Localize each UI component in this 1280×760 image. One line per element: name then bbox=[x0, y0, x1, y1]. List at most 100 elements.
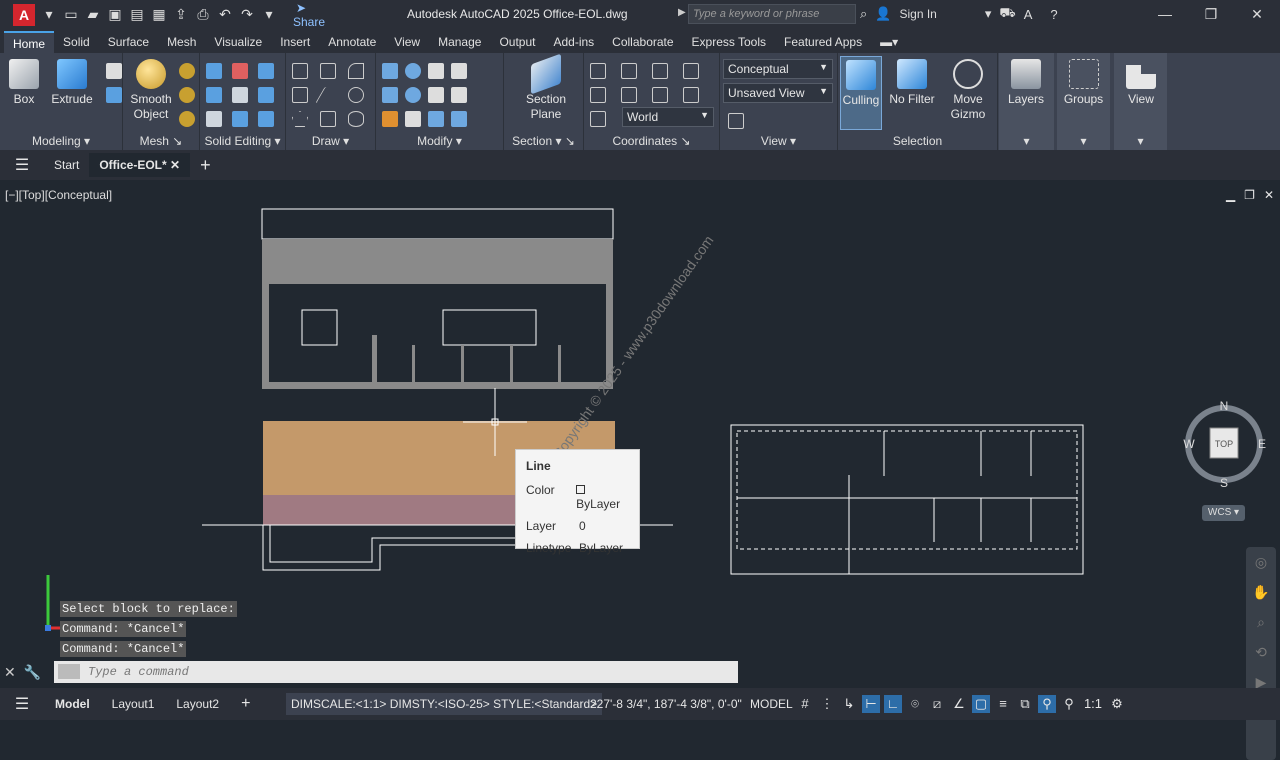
panel-label-view[interactable]: View ▾ bbox=[720, 134, 837, 148]
section-plane-button[interactable]: Section Plane bbox=[522, 53, 570, 122]
tab-mesh[interactable]: Mesh bbox=[158, 31, 205, 53]
intersect-icon[interactable] bbox=[258, 63, 274, 79]
tab-collaborate[interactable]: Collaborate bbox=[603, 31, 682, 53]
panel-label-draw[interactable]: Draw ▾ bbox=[286, 134, 375, 148]
compass-east[interactable]: E bbox=[1258, 437, 1266, 451]
lineweight-icon[interactable]: ≡ bbox=[994, 695, 1012, 713]
zoom-icon[interactable]: ⌕ bbox=[1246, 607, 1276, 637]
tab-express-tools[interactable]: Express Tools bbox=[683, 31, 775, 53]
close-command-icon[interactable]: ✕ bbox=[4, 664, 16, 681]
groups-panel-button[interactable]: Groups ▾ bbox=[1057, 53, 1110, 150]
ellipse-icon[interactable] bbox=[348, 111, 364, 127]
viewcube[interactable]: TOP N S W E bbox=[1183, 398, 1267, 493]
ucs-y-icon[interactable] bbox=[652, 63, 668, 79]
arc-icon[interactable] bbox=[348, 63, 364, 79]
tab-insert[interactable]: Insert bbox=[271, 31, 319, 53]
ucs-icon[interactable] bbox=[590, 63, 606, 79]
panel-label-solid-editing[interactable]: Solid Editing ▾ bbox=[200, 134, 285, 148]
subtract-icon[interactable] bbox=[232, 63, 248, 79]
rectangle-icon[interactable] bbox=[320, 111, 336, 127]
search-expand-icon[interactable]: ▶ bbox=[678, 7, 686, 18]
rotate-icon[interactable] bbox=[405, 87, 421, 103]
mesh-refine-icon[interactable] bbox=[179, 111, 195, 127]
extract-edges-icon[interactable] bbox=[206, 111, 222, 127]
polysolid-icon[interactable] bbox=[106, 63, 122, 79]
polygon-icon[interactable] bbox=[292, 111, 308, 127]
navigation-bar[interactable]: ◎ ✋ ⌕ ⟲ ▶ bbox=[1246, 547, 1276, 760]
mirror-icon[interactable] bbox=[428, 87, 444, 103]
spline-cv-icon[interactable] bbox=[292, 87, 308, 103]
wcs-menu[interactable]: WCS ▾ bbox=[1202, 505, 1245, 521]
new-tab-icon[interactable]: + bbox=[190, 153, 221, 177]
ortho-icon[interactable]: ∟ bbox=[884, 695, 902, 713]
maximize-icon[interactable]: ❐ bbox=[1188, 0, 1234, 29]
object-snap-tracking-icon[interactable]: ∠ bbox=[950, 695, 968, 713]
tab-start[interactable]: Start bbox=[44, 153, 89, 177]
panel-label-mesh[interactable]: Mesh ↘ bbox=[123, 134, 199, 148]
interfere-icon[interactable] bbox=[206, 87, 222, 103]
circle-icon[interactable] bbox=[348, 87, 364, 103]
ucs-object-icon[interactable] bbox=[652, 87, 668, 103]
viewport-config-icon[interactable] bbox=[728, 113, 744, 129]
view-expand-icon[interactable]: ▾ bbox=[1114, 134, 1167, 148]
object-snap-icon[interactable]: ▢ bbox=[972, 695, 990, 713]
tab-solid[interactable]: Solid bbox=[54, 31, 99, 53]
auto-scale-icon[interactable]: ⚲ bbox=[1060, 695, 1078, 713]
move-gizmo-button[interactable]: Move Gizmo bbox=[948, 59, 988, 122]
view-panel-button[interactable]: View ▾ bbox=[1114, 53, 1167, 150]
thicken-icon[interactable] bbox=[258, 87, 274, 103]
sheet-icon[interactable]: ▦ bbox=[151, 6, 167, 23]
isodraft-icon[interactable]: ⧄ bbox=[928, 695, 946, 713]
ucs-3point-icon[interactable] bbox=[590, 111, 606, 127]
box-button[interactable]: Box bbox=[6, 59, 42, 107]
tab-manage[interactable]: Manage bbox=[429, 31, 490, 53]
application-menu-button[interactable]: A bbox=[13, 3, 35, 26]
model-space-toggle[interactable]: MODEL bbox=[750, 693, 793, 715]
dynamic-input-icon[interactable]: ⊢ bbox=[862, 695, 880, 713]
mesh-smooth-more-icon[interactable] bbox=[179, 63, 195, 79]
redo-icon[interactable]: ↷ bbox=[239, 6, 255, 23]
panel-label-selection[interactable]: Selection bbox=[838, 134, 997, 148]
infer-constraints-icon[interactable]: ↳ bbox=[840, 695, 858, 713]
ucs-origin-icon[interactable] bbox=[590, 87, 606, 103]
tab-layout2[interactable]: Layout2 bbox=[165, 697, 230, 711]
command-prompt-icon[interactable] bbox=[58, 664, 80, 679]
panel-label-section[interactable]: Section ▾ ↘ bbox=[504, 134, 583, 148]
search-input[interactable]: Type a keyword or phrase bbox=[688, 4, 856, 24]
spline-icon[interactable] bbox=[320, 63, 336, 79]
command-input[interactable]: Type a command bbox=[54, 661, 738, 683]
ucs-face-icon[interactable] bbox=[683, 87, 699, 103]
3d-scale-icon[interactable] bbox=[382, 87, 398, 103]
tab-model[interactable]: Model bbox=[44, 697, 101, 711]
ucs-dropdown[interactable]: World ▼ bbox=[622, 107, 714, 127]
cart-icon[interactable]: ⛟ bbox=[999, 5, 1015, 23]
compass-south[interactable]: S bbox=[1220, 476, 1228, 490]
extrude-button[interactable]: Extrude bbox=[50, 59, 94, 107]
save-as-icon[interactable]: ▤ bbox=[129, 6, 145, 23]
compass-west[interactable]: W bbox=[1183, 437, 1195, 451]
tab-featured-apps[interactable]: Featured Apps bbox=[775, 31, 871, 53]
hamburger-menu-icon[interactable]: ☰ bbox=[0, 155, 44, 175]
tab-annotate[interactable]: Annotate bbox=[319, 31, 385, 53]
user-icon[interactable]: 👤 bbox=[875, 6, 891, 22]
separate-icon[interactable] bbox=[258, 111, 274, 127]
panel-label-modify[interactable]: Modify ▾ bbox=[376, 134, 503, 148]
union-icon[interactable] bbox=[206, 63, 222, 79]
erase-icon[interactable] bbox=[382, 111, 398, 127]
presspull-icon[interactable] bbox=[106, 87, 122, 103]
tab-surface[interactable]: Surface bbox=[99, 31, 158, 53]
tab-layout1[interactable]: Layout1 bbox=[101, 697, 166, 711]
settings-gear-icon[interactable]: ⚙ bbox=[1108, 695, 1126, 713]
grid-icon[interactable]: # bbox=[796, 695, 814, 713]
ucs-x-icon[interactable] bbox=[621, 63, 637, 79]
orbit-icon[interactable]: ⟲ bbox=[1246, 637, 1276, 667]
offset-icon[interactable] bbox=[428, 111, 444, 127]
ucs-z-icon[interactable] bbox=[683, 63, 699, 79]
close-icon[interactable]: ✕ bbox=[1234, 0, 1280, 29]
customize-icon[interactable]: ▾ bbox=[261, 6, 277, 23]
tab-office-eol[interactable]: Office-EOL* ✕ bbox=[89, 153, 191, 177]
layers-panel-button[interactable]: Layers ▾ bbox=[999, 53, 1054, 150]
annotation-visibility-icon[interactable]: ⚲ bbox=[1038, 695, 1056, 713]
polar-icon[interactable]: ⌾ bbox=[906, 695, 924, 713]
ucs-view-icon[interactable] bbox=[621, 87, 637, 103]
